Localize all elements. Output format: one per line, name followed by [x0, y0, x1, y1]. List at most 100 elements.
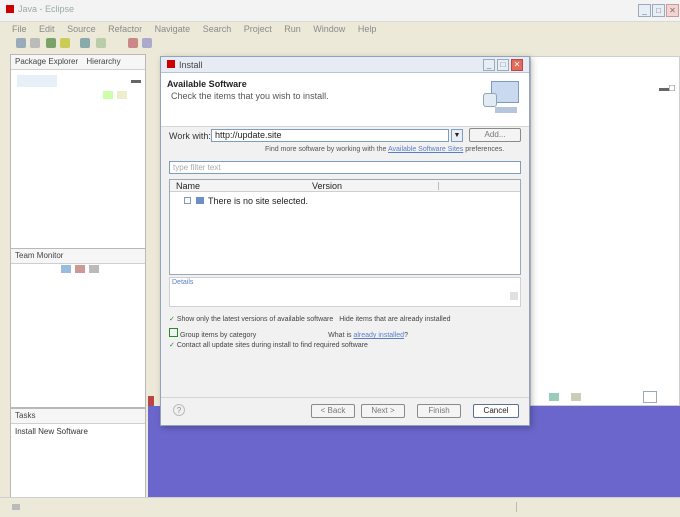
- menu-refactor[interactable]: Refactor: [108, 24, 142, 34]
- tab-tasks[interactable]: Tasks: [15, 411, 35, 420]
- find-more-text: Find more software by working with the A…: [265, 146, 504, 153]
- table-row[interactable]: There is no site selected.: [184, 196, 384, 207]
- dialog-subheading: Check the items that you wish to install…: [171, 91, 329, 101]
- check-icon: ✓: [169, 342, 175, 349]
- group-checkbox[interactable]: [169, 328, 178, 337]
- close-button[interactable]: ✕: [666, 4, 679, 17]
- column-divider: [438, 182, 439, 190]
- already-installed-link[interactable]: already installed: [353, 332, 404, 339]
- dialog-header: Available Software Check the items that …: [161, 73, 529, 127]
- work-with-input[interactable]: http://update.site: [211, 129, 449, 142]
- menu-run[interactable]: Run: [284, 24, 301, 34]
- perspective-icon[interactable]: [549, 393, 559, 401]
- window-titlebar: Java - Eclipse _ □ ✕: [0, 0, 680, 22]
- maximize-view-icon[interactable]: ▬□: [659, 83, 675, 94]
- back-icon[interactable]: [128, 38, 138, 48]
- what-is-suffix: ?: [404, 332, 408, 339]
- check-icon: ✓: [169, 316, 175, 323]
- search-icon[interactable]: [80, 38, 90, 48]
- row-checkbox[interactable]: [184, 197, 191, 204]
- available-sites-link[interactable]: Available Software Sites: [388, 146, 463, 153]
- find-more-prefix: Find more software by working with the: [265, 146, 387, 153]
- option-contact-sites-label: Contact all update sites during install …: [176, 342, 368, 349]
- quick-access-icon[interactable]: [643, 391, 657, 403]
- outline-icon[interactable]: [571, 393, 581, 401]
- maximize-button[interactable]: □: [652, 4, 665, 17]
- collapse-all-icon[interactable]: [103, 91, 113, 99]
- link-editor-icon[interactable]: [117, 91, 127, 99]
- finish-button[interactable]: Finish: [417, 404, 461, 418]
- refresh-icon[interactable]: [61, 265, 71, 273]
- dialog-footer: ? < Back Next > Finish Cancel: [161, 397, 529, 425]
- dialog-icon: [167, 60, 175, 68]
- minimize-button[interactable]: _: [638, 4, 651, 17]
- dialog-minimize-button[interactable]: _: [483, 59, 495, 71]
- team-monitor-panel: Team Monitor: [10, 248, 146, 408]
- menu-project[interactable]: Project: [244, 24, 272, 34]
- open-type-icon[interactable]: [96, 38, 106, 48]
- run-icon[interactable]: [60, 38, 70, 48]
- package-explorer-panel: Package Explorer Hierarchy ▬: [10, 54, 146, 250]
- package-explorer-tabbar: Package Explorer Hierarchy: [11, 55, 145, 70]
- dialog-titlebar: Install _ □ ✕: [161, 57, 529, 73]
- window-title: Java - Eclipse: [18, 4, 75, 14]
- option-group-label: Group items by category: [179, 332, 257, 339]
- option-hide-installed-label: Hide items that are already installed: [339, 316, 451, 323]
- option-show-latest-label: Show only the latest versions of availab…: [176, 316, 334, 323]
- details-label: Details: [172, 279, 194, 286]
- new-icon[interactable]: [16, 38, 26, 48]
- next-button[interactable]: Next >: [361, 404, 405, 418]
- tasks-panel: Tasks Install New Software: [10, 408, 146, 498]
- menu-source[interactable]: Source: [67, 24, 96, 34]
- menu-file[interactable]: File: [12, 24, 27, 34]
- column-version[interactable]: Version: [312, 181, 342, 191]
- tab-hierarchy[interactable]: Hierarchy: [86, 57, 120, 66]
- filter-icon[interactable]: [75, 265, 85, 273]
- what-is-prefix: What is: [328, 332, 352, 339]
- option-group[interactable]: Group items by category What is already …: [169, 328, 523, 340]
- dialog-heading: Available Software: [167, 79, 247, 89]
- menu-window[interactable]: Window: [313, 24, 345, 34]
- tab-package-explorer[interactable]: Package Explorer: [15, 57, 78, 66]
- work-with-label: Work with:: [169, 131, 211, 141]
- view-toolbar: [17, 75, 57, 87]
- menu-bar: File Edit Source Refactor Navigate Searc…: [0, 22, 680, 36]
- menu-navigate[interactable]: Navigate: [155, 24, 191, 34]
- install-wizard-icon: [479, 77, 521, 119]
- filter-input[interactable]: type filter text: [169, 161, 521, 174]
- work-with-dropdown-icon[interactable]: ▼: [451, 129, 463, 142]
- help-icon[interactable]: ?: [173, 404, 185, 416]
- eclipse-icon: [6, 5, 14, 13]
- option-contact-sites[interactable]: ✓ Contact all update sites during instal…: [169, 341, 523, 353]
- dialog-close-button[interactable]: ✕: [511, 59, 523, 71]
- add-button[interactable]: Add...: [469, 128, 521, 142]
- settings-icon[interactable]: [89, 265, 99, 273]
- back-button[interactable]: < Back: [311, 404, 355, 418]
- save-icon[interactable]: [30, 38, 40, 48]
- debug-icon[interactable]: [46, 38, 56, 48]
- details-scroll-icon[interactable]: [510, 292, 518, 300]
- menu-edit[interactable]: Edit: [39, 24, 55, 34]
- status-icon: [12, 504, 20, 510]
- software-table: Name Version There is no site selected.: [169, 179, 521, 275]
- row-info-icon: [196, 197, 204, 204]
- table-header: Name Version: [170, 180, 520, 192]
- option-show-latest[interactable]: ✓ Show only the latest versions of avail…: [169, 315, 523, 327]
- forward-icon[interactable]: [142, 38, 152, 48]
- editor-marker-icon: [148, 396, 154, 406]
- tasks-tabbar: Tasks: [11, 409, 145, 424]
- tab-team-monitor[interactable]: Team Monitor: [15, 251, 63, 260]
- dialog-title: Install: [179, 60, 203, 70]
- dialog-body: Work with: http://update.site ▼ Add... F…: [161, 127, 529, 397]
- dialog-maximize-button[interactable]: □: [497, 59, 509, 71]
- tasks-content: Install New Software: [15, 427, 88, 436]
- cancel-button[interactable]: Cancel: [473, 404, 519, 418]
- status-bar: [0, 497, 680, 517]
- minimize-view-icon[interactable]: ▬: [131, 75, 141, 86]
- column-name[interactable]: Name: [176, 181, 200, 191]
- menu-help[interactable]: Help: [358, 24, 377, 34]
- status-divider: [516, 502, 517, 512]
- menu-search[interactable]: Search: [203, 24, 232, 34]
- find-more-suffix: preferences.: [465, 146, 505, 153]
- team-monitor-tabbar: Team Monitor: [11, 249, 145, 264]
